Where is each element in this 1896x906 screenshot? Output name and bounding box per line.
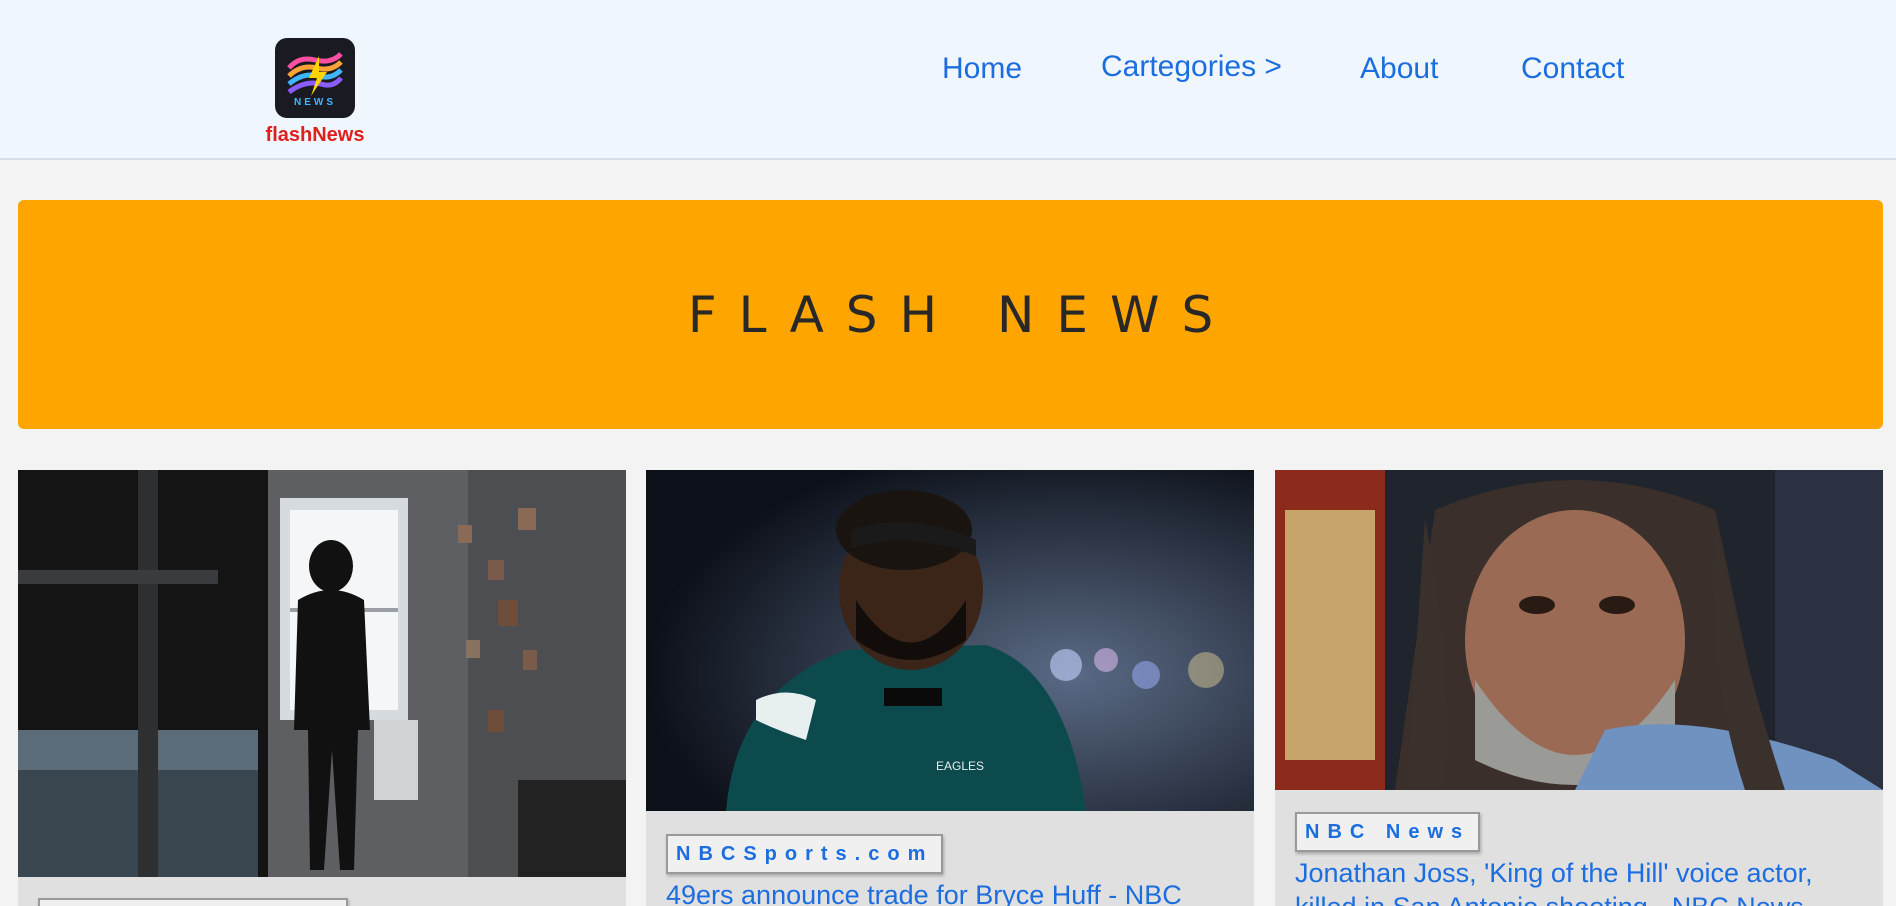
source-badge[interactable]: [38, 898, 348, 906]
hero-banner: FLASH NEWS: [18, 200, 1883, 429]
article-image[interactable]: EAGLES: [646, 470, 1254, 811]
nav-home[interactable]: Home: [942, 52, 1022, 86]
news-card[interactable]: NBC News Jonathan Joss, 'King of the Hil…: [1275, 470, 1883, 906]
nav-about[interactable]: About: [1360, 52, 1438, 86]
source-badge[interactable]: NBCSports.com: [666, 834, 944, 874]
site-header: NEWS flashNews Home Cartegories > About …: [0, 0, 1896, 160]
news-card[interactable]: EAGLES NBCSports.com 49ers announce trad…: [646, 470, 1254, 906]
article-image[interactable]: [1275, 470, 1883, 790]
news-card[interactable]: [18, 470, 626, 906]
brand-name: flashNews: [265, 124, 365, 146]
article-image[interactable]: [18, 470, 626, 877]
nav-contact[interactable]: Contact: [1521, 52, 1624, 86]
main-nav: Home Cartegories > About Contact: [0, 48, 1896, 92]
nav-categories[interactable]: Cartegories >: [1101, 50, 1282, 84]
logo-badge: NEWS: [294, 97, 336, 108]
article-headline[interactable]: 49ers announce trade for Bryce Huff - NB…: [666, 878, 1236, 906]
banner-title: FLASH NEWS: [687, 285, 1236, 344]
svg-text:EAGLES: EAGLES: [936, 759, 984, 773]
source-badge[interactable]: NBC News: [1295, 812, 1481, 852]
article-headline[interactable]: Jonathan Joss, 'King of the Hill' voice …: [1295, 856, 1865, 906]
